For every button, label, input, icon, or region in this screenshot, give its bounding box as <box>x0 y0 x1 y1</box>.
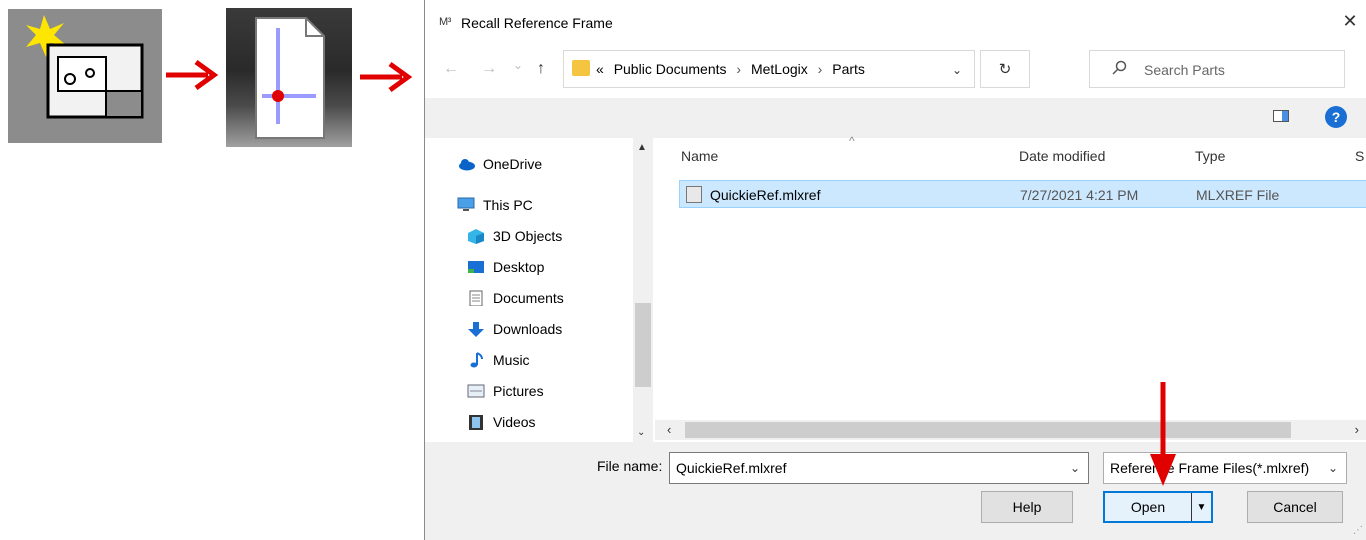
downloads-icon <box>468 322 484 337</box>
cancel-button[interactable]: Cancel <box>1247 491 1343 523</box>
breadcrumb-parts[interactable]: Parts <box>832 61 865 77</box>
breadcrumb-separator: › <box>736 61 742 77</box>
recent-locations-button[interactable]: ⌄ <box>513 58 523 72</box>
sidebar-item-desktop[interactable]: Desktop <box>467 259 544 275</box>
sidebar-item-label: Desktop <box>493 259 545 275</box>
file-type-select[interactable]: Reference Frame Files(*.mlxref) ⌄ <box>1103 452 1347 484</box>
sidebar-item-label: Videos <box>493 414 536 430</box>
sidebar-item-label: This PC <box>483 197 533 213</box>
navigation-pane-scrollbar[interactable]: ▲ ⌄ <box>633 138 653 442</box>
breadcrumb-overflow[interactable]: « <box>596 61 604 77</box>
sidebar-item-pictures[interactable]: Pictures <box>467 383 544 399</box>
search-icon <box>1112 60 1127 75</box>
address-bar[interactable]: « Public Documents › MetLogix › Parts ⌄ <box>563 50 975 88</box>
file-icon <box>686 186 702 203</box>
sort-ascending-icon: ^ <box>849 134 855 148</box>
file-name-panel: File name: QuickieRef.mlxref ⌄ Reference… <box>425 442 1366 540</box>
scroll-down-icon[interactable]: ⌄ <box>637 427 645 438</box>
column-header-date-modified[interactable]: Date modified <box>1019 148 1105 164</box>
command-bar: ? <box>425 98 1366 138</box>
sidebar-item-label: Documents <box>493 290 564 306</box>
refresh-icon: ↻ <box>998 61 1012 78</box>
forward-button[interactable]: → <box>481 60 497 78</box>
videos-icon <box>469 415 483 430</box>
breadcrumb-separator: › <box>817 61 823 77</box>
sidebar-item-music[interactable]: Music <box>467 352 530 368</box>
scroll-left-icon[interactable]: ‹ <box>667 422 671 437</box>
file-name-label: File name: <box>597 458 663 474</box>
file-type-value: Reference Frame Files(*.mlxref) <box>1110 460 1310 476</box>
file-date-cell: 7/27/2021 4:21 PM <box>1020 187 1139 203</box>
music-icon <box>470 352 483 368</box>
reference-document-icon <box>255 17 325 139</box>
up-button[interactable]: ↑ <box>537 60 545 78</box>
dialog-title: Recall Reference Frame <box>461 15 613 31</box>
pictures-icon <box>467 384 485 398</box>
title-bar: M³ Recall Reference Frame ✕ <box>425 0 1366 44</box>
back-button[interactable]: ← <box>443 60 459 78</box>
reference-frame-file-tile <box>226 8 352 147</box>
preview-pane-icon[interactable] <box>1273 110 1289 122</box>
flow-arrow-1 <box>166 59 219 91</box>
open-button-label: Open <box>1130 499 1166 515</box>
sidebar-item-3d-objects[interactable]: 3D Objects <box>467 228 562 244</box>
onedrive-icon <box>459 159 475 171</box>
annotation-arrow <box>1150 382 1176 486</box>
sidebar-item-downloads[interactable]: Downloads <box>467 321 562 337</box>
scrollbar-thumb[interactable] <box>635 303 651 387</box>
scrollbar-thumb[interactable] <box>685 422 1291 438</box>
search-placeholder: Search Parts <box>1144 62 1225 78</box>
recall-reference-frame-dialog: M³ Recall Reference Frame ✕ ← → ⌄ ↑ « Pu… <box>424 0 1366 540</box>
file-name-cell: QuickieRef.mlxref <box>710 187 821 203</box>
folder-icon <box>572 60 590 76</box>
navigation-pane: OneDrive This PC 3D Objects Desktop Docu… <box>425 138 637 442</box>
help-icon[interactable]: ? <box>1325 106 1347 128</box>
file-list: Name ^ Date modified Type S QuickieRef.m… <box>655 134 1366 420</box>
sidebar-item-label: Pictures <box>493 383 544 399</box>
column-header-size[interactable]: S <box>1355 148 1364 164</box>
search-input[interactable]: Search Parts <box>1089 50 1345 88</box>
sidebar-item-onedrive[interactable]: OneDrive <box>457 156 542 172</box>
column-header-type[interactable]: Type <box>1195 148 1225 164</box>
resize-grip-icon[interactable]: ⋰ <box>1353 525 1363 536</box>
scroll-up-icon[interactable]: ▲ <box>637 142 647 153</box>
desktop-icon <box>468 261 484 273</box>
column-header-name[interactable]: Name <box>681 148 718 164</box>
chevron-down-icon[interactable]: ⌄ <box>1070 461 1080 475</box>
cancel-button-label: Cancel <box>1273 499 1317 515</box>
table-row[interactable]: QuickieRef.mlxref 7/27/2021 4:21 PM MLXR… <box>679 180 1366 208</box>
breadcrumb-metlogix[interactable]: MetLogix <box>751 61 808 77</box>
3d-objects-icon <box>468 229 484 244</box>
chevron-down-icon[interactable]: ⌄ <box>1328 461 1338 475</box>
sidebar-item-this-pc[interactable]: This PC <box>457 197 533 213</box>
navigation-bar: ← → ⌄ ↑ « Public Documents › MetLogix › … <box>425 46 1366 94</box>
flow-arrow-2 <box>360 61 413 93</box>
capture-reference-tile <box>8 9 162 143</box>
sidebar-item-label: 3D Objects <box>493 228 563 244</box>
sidebar-item-label: Downloads <box>493 321 563 337</box>
camera-flash-icon <box>26 15 144 119</box>
app-icon: M³ <box>439 16 451 28</box>
sidebar-item-videos[interactable]: Videos <box>467 414 536 430</box>
help-button-label: Help <box>1012 499 1042 515</box>
computer-icon <box>457 197 475 211</box>
breadcrumb-public-documents[interactable]: Public Documents <box>614 61 727 77</box>
sidebar-item-documents[interactable]: Documents <box>467 290 564 306</box>
file-list-scrollbar[interactable]: ‹ › <box>655 420 1366 440</box>
open-button[interactable]: Open ▼ <box>1103 491 1213 523</box>
address-dropdown-icon[interactable]: ⌄ <box>952 63 962 77</box>
refresh-button[interactable]: ↻ <box>980 50 1030 88</box>
file-type-cell: MLXREF File <box>1196 187 1280 203</box>
breadcrumb: « Public Documents › MetLogix › Parts <box>596 61 865 77</box>
open-dropdown-icon[interactable]: ▼ <box>1191 493 1211 521</box>
help-button[interactable]: Help <box>981 491 1073 523</box>
sidebar-item-label: OneDrive <box>483 156 543 172</box>
file-name-field[interactable]: QuickieRef.mlxref ⌄ <box>669 452 1089 484</box>
documents-icon <box>469 290 483 306</box>
close-button[interactable]: ✕ <box>1339 10 1361 32</box>
file-name-value: QuickieRef.mlxref <box>676 460 787 476</box>
scroll-right-icon[interactable]: › <box>1355 422 1359 437</box>
sidebar-item-label: Music <box>493 352 530 368</box>
